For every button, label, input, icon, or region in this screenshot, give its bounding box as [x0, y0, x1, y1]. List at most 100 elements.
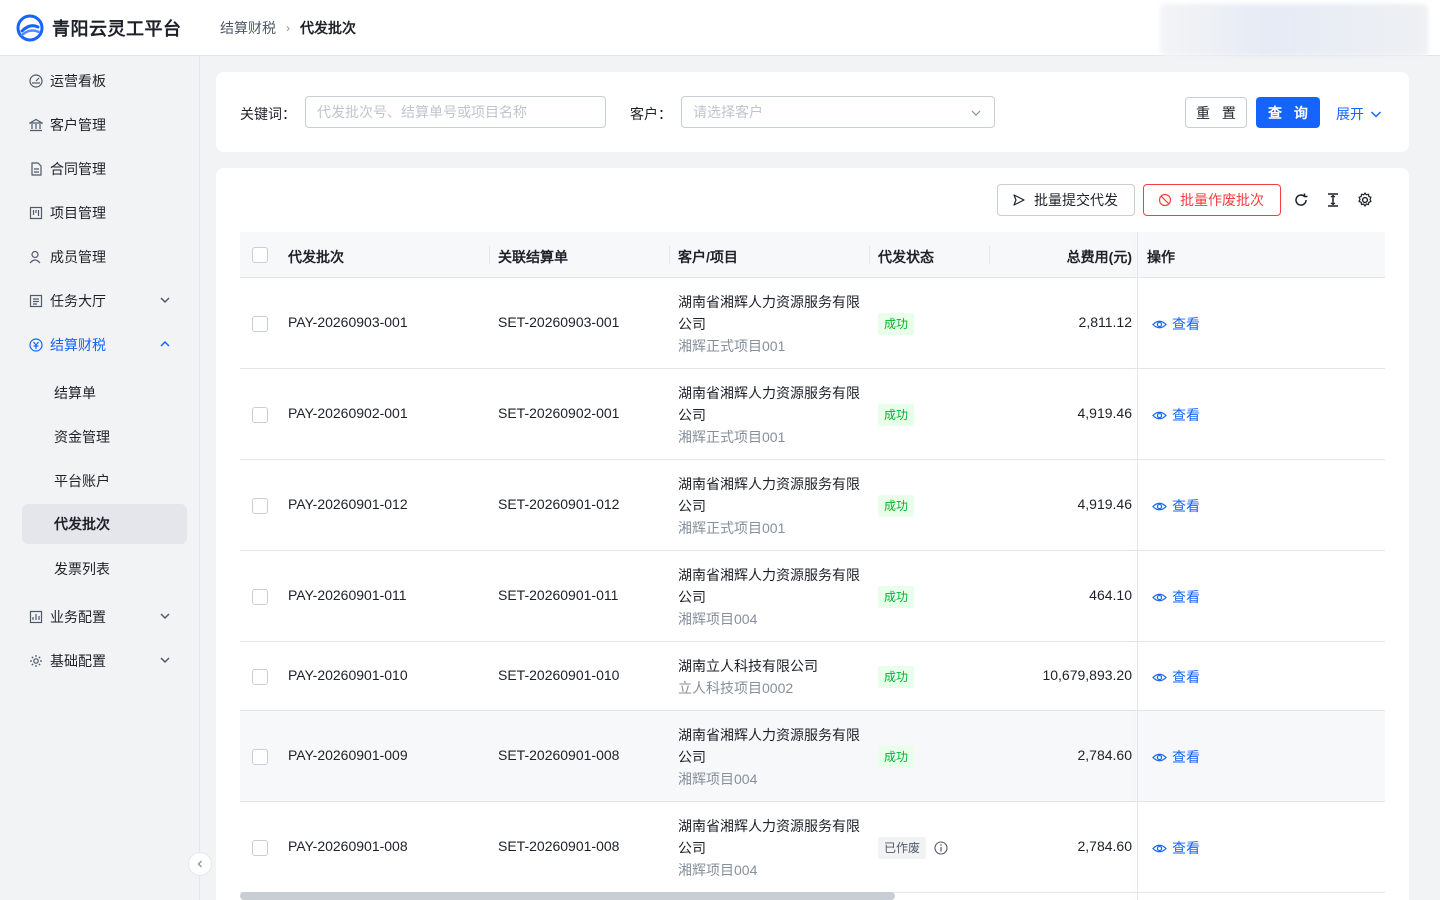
project-name: 湘辉项目004: [678, 771, 758, 787]
sidebar-item-settlement[interactable]: 结算财税: [0, 325, 200, 365]
keyword-input[interactable]: [305, 96, 606, 128]
customer-cell: 湖南省湘辉人力资源服务有限公司 湘辉项目004: [678, 724, 868, 790]
expand-button[interactable]: 展开: [1336, 104, 1382, 124]
sidebar-item-label: 客户管理: [50, 117, 106, 133]
sidebar-item-label: 结算财税: [50, 337, 106, 353]
table-row[interactable]: PAY-20260902-001 SET-20260902-001 湖南省湘辉人…: [240, 369, 1385, 460]
fixed-column-divider: [1137, 232, 1138, 900]
view-link[interactable]: 查看: [1152, 587, 1200, 607]
horizontal-scrollbar[interactable]: [240, 892, 895, 900]
batch-number: PAY-20260901-010: [288, 667, 408, 683]
settings-icon[interactable]: [1356, 191, 1374, 209]
customer-label: 客户：: [630, 106, 672, 122]
table-row[interactable]: PAY-20260901-008 SET-20260901-008 湖南省湘辉人…: [240, 802, 1385, 893]
view-label: 查看: [1172, 840, 1200, 856]
view-link[interactable]: 查看: [1152, 667, 1200, 687]
table-row[interactable]: PAY-20260901-009 SET-20260901-008 湖南省湘辉人…: [240, 711, 1385, 802]
column-header-status: 代发状态: [878, 249, 934, 265]
row-checkbox[interactable]: [252, 749, 268, 765]
table-row[interactable]: PAY-20260901-010 SET-20260901-010 湖南立人科技…: [240, 642, 1385, 711]
send-icon: [1013, 194, 1025, 206]
chevron-down-icon: [971, 110, 981, 116]
table-header: 代发批次 关联结算单 客户/项目 代发状态 总费用(元) 操作: [240, 232, 1385, 278]
sidebar-subitem-funds[interactable]: 资金管理: [22, 417, 187, 457]
sidebar-subitem-invoices[interactable]: 发票列表: [22, 549, 187, 589]
column-header-settlement: 关联结算单: [498, 249, 568, 265]
batch-number: PAY-20260901-008: [288, 838, 408, 854]
sidebar-item-customers[interactable]: 客户管理: [0, 105, 200, 145]
chevron-down-icon: [160, 657, 170, 664]
breadcrumb-parent[interactable]: 结算财税: [220, 18, 276, 38]
table-row[interactable]: PAY-20260901-012 SET-20260901-012 湖南省湘辉人…: [240, 460, 1385, 551]
total-amount: 2,811.12: [1078, 314, 1132, 330]
sidebar-subitem-payout-batches[interactable]: 代发批次: [22, 504, 187, 544]
project-name: 湘辉正式项目001: [678, 429, 786, 445]
business-config-icon: [28, 609, 44, 625]
view-link[interactable]: 查看: [1152, 405, 1200, 425]
select-all-checkbox[interactable]: [252, 247, 268, 263]
sidebar-item-business-config[interactable]: 业务配置: [0, 597, 200, 637]
settlement-number: SET-20260901-012: [498, 496, 620, 512]
project-name: 湘辉正式项目001: [678, 520, 786, 536]
sidebar-item-tasks[interactable]: 任务大厅: [0, 281, 200, 321]
sidebar-item-members[interactable]: 成员管理: [0, 237, 200, 277]
chevron-down-icon: [160, 297, 170, 304]
row-checkbox[interactable]: [252, 840, 268, 856]
sidebar-item-label: 项目管理: [50, 205, 106, 221]
eye-icon: [1152, 673, 1167, 681]
column-divider: [669, 246, 670, 264]
table-row[interactable]: PAY-20260903-001 SET-20260903-001 湖南省湘辉人…: [240, 278, 1385, 369]
column-divider: [869, 246, 870, 264]
view-link[interactable]: 查看: [1152, 747, 1200, 767]
filter-panel: 关键词： 客户： 请选择客户 重 置 查 询 展开: [216, 72, 1409, 152]
sidebar-item-label: 合同管理: [50, 161, 106, 177]
view-link[interactable]: 查看: [1152, 838, 1200, 858]
refresh-icon[interactable]: [1292, 191, 1310, 209]
column-divider: [489, 246, 490, 264]
sidebar-subitem-platform-account[interactable]: 平台账户: [22, 461, 187, 501]
table-row[interactable]: PAY-20260901-011 SET-20260901-011 湖南省湘辉人…: [240, 551, 1385, 642]
view-label: 查看: [1172, 498, 1200, 514]
project-icon: [28, 205, 44, 221]
row-checkbox[interactable]: [252, 316, 268, 332]
sidebar-item-label: 运营看板: [50, 73, 106, 89]
breadcrumb-current: 代发批次: [300, 19, 356, 36]
row-height-icon[interactable]: [1324, 191, 1342, 209]
customer-name: 湖南立人科技有限公司: [678, 658, 818, 674]
batch-submit-button[interactable]: 批量提交代发: [997, 184, 1135, 216]
status-badge: 成功: [878, 746, 915, 768]
settlement-number: SET-20260901-008: [498, 747, 620, 763]
customer-name: 湖南省湘辉人力资源服务有限公司: [678, 476, 860, 514]
row-checkbox[interactable]: [252, 407, 268, 423]
project-name: 湘辉项目004: [678, 611, 758, 627]
sidebar-subitem-settlement-list[interactable]: 结算单: [22, 373, 187, 413]
customer-name: 湖南省湘辉人力资源服务有限公司: [678, 385, 860, 423]
sidebar-item-contracts[interactable]: 合同管理: [0, 149, 200, 189]
eye-icon: [1152, 753, 1167, 761]
view-link[interactable]: 查看: [1152, 314, 1200, 334]
sidebar-item-dashboard[interactable]: 运营看板: [0, 61, 200, 101]
batch-void-button[interactable]: 批量作废批次: [1143, 184, 1281, 216]
row-checkbox[interactable]: [252, 498, 268, 514]
customer-cell: 湖南省湘辉人力资源服务有限公司 湘辉项目004: [678, 564, 868, 630]
view-link[interactable]: 查看: [1152, 496, 1200, 516]
batch-number: PAY-20260902-001: [288, 405, 408, 421]
row-checkbox[interactable]: [252, 589, 268, 605]
row-checkbox[interactable]: [252, 669, 268, 685]
customer-name: 湖南省湘辉人力资源服务有限公司: [678, 818, 860, 856]
customer-select[interactable]: 请选择客户: [681, 96, 995, 128]
chevron-down-icon: [1370, 111, 1382, 118]
sidebar-collapse-button[interactable]: [188, 852, 212, 876]
sidebar-item-projects[interactable]: 项目管理: [0, 193, 200, 233]
user-info-blurred[interactable]: [1160, 4, 1428, 56]
info-icon[interactable]: [934, 841, 948, 855]
project-name: 立人科技项目0002: [678, 680, 794, 696]
settlement-number: SET-20260901-008: [498, 838, 620, 854]
sidebar-item-basic-config[interactable]: 基础配置: [0, 641, 200, 681]
query-button[interactable]: 查 询: [1256, 97, 1320, 128]
sidebar-item-label: 基础配置: [50, 653, 106, 669]
column-header-actions: 操作: [1147, 249, 1175, 265]
batch-number: PAY-20260901-011: [288, 587, 407, 603]
reset-button[interactable]: 重 置: [1185, 97, 1247, 128]
brand[interactable]: 青阳云灵工平台: [0, 14, 200, 42]
